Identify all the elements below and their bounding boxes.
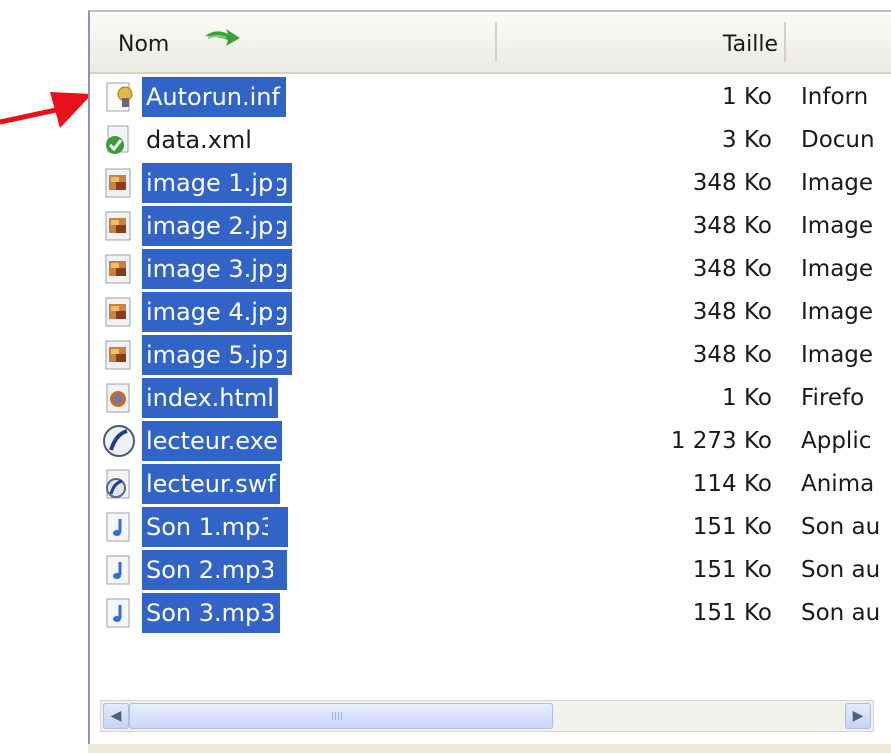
file-size: 3 Ko: [722, 127, 772, 153]
exe-file-icon[interactable]: [102, 424, 136, 458]
file-size: 348 Ko: [692, 299, 772, 325]
file-row[interactable]: image 4.jpg 348 Ko Image: [90, 291, 891, 333]
column-header-size-label: Taille: [722, 32, 778, 57]
column-separator[interactable]: [784, 22, 786, 62]
chevron-right-icon: ▶: [852, 708, 864, 724]
selection-highlight: [273, 163, 277, 203]
sort-ascending-icon: [205, 29, 240, 46]
file-size: 151 Ko: [692, 557, 772, 583]
xml-file-icon[interactable]: [102, 123, 136, 157]
jpg-image-icon[interactable]: [102, 338, 136, 372]
file-list-view: Nom Taille Autorun.inf 1 Ko Inforn data.xml…: [88, 10, 891, 744]
file-name[interactable]: image 2.jpg: [142, 206, 293, 246]
jpg-image-icon[interactable]: [102, 295, 136, 329]
file-size: 151 Ko: [692, 514, 772, 540]
file-row[interactable]: Son 3.mp3 151 Ko Son au: [90, 592, 891, 634]
file-name[interactable]: Autorun.inf: [142, 77, 286, 117]
file-name[interactable]: lecteur.exe: [142, 421, 282, 461]
file-row[interactable]: image 5.jpg 348 Ko Image: [90, 334, 891, 376]
file-name[interactable]: image 1.jpg: [142, 163, 293, 203]
file-type: Inforn: [801, 84, 869, 110]
file-type: Applic: [801, 428, 872, 454]
file-type: Son au: [801, 600, 881, 626]
html-file-icon[interactable]: [102, 381, 136, 415]
file-name[interactable]: image 4.jpg: [142, 292, 293, 332]
file-type: Docun: [801, 127, 875, 153]
selection-highlight: [273, 335, 277, 375]
file-name[interactable]: Son 3.mp3: [142, 593, 280, 633]
mp3-audio-icon[interactable]: [102, 553, 136, 587]
chevron-left-icon: ◀: [110, 708, 122, 724]
column-header-name-label: Nom: [118, 32, 170, 57]
file-row[interactable]: image 3.jpg 348 Ko Image: [90, 248, 891, 290]
column-header-bar: Nom Taille: [90, 12, 891, 74]
file-name[interactable]: data.xml: [142, 120, 256, 160]
selection-highlight: [273, 550, 287, 590]
selection-highlight: [273, 292, 277, 332]
file-type: Image: [801, 299, 874, 325]
column-header-type[interactable]: [787, 12, 891, 72]
window-bottom-edge: [88, 744, 891, 753]
mp3-audio-icon[interactable]: [102, 510, 136, 544]
file-name[interactable]: Son 1.mp3: [142, 507, 280, 547]
file-name[interactable]: image 5.jpg: [142, 335, 293, 375]
selection-highlight: [273, 206, 277, 246]
file-size: 151 Ko: [692, 600, 772, 626]
scrollbar-thumb[interactable]: [129, 703, 553, 729]
file-name[interactable]: Son 2.mp3: [142, 550, 280, 590]
file-row[interactable]: image 2.jpg 348 Ko Image: [90, 205, 891, 247]
file-row[interactable]: index.html 1 Ko Firefo: [90, 377, 891, 419]
file-row[interactable]: Son 2.mp3 151 Ko Son au: [90, 549, 891, 591]
file-size: 1 Ko: [722, 385, 772, 411]
jpg-image-icon[interactable]: [102, 209, 136, 243]
file-name[interactable]: index.html: [142, 378, 278, 418]
grip-icon: [332, 712, 344, 720]
file-type: Son au: [801, 557, 881, 583]
file-size: 348 Ko: [692, 170, 772, 196]
column-header-size[interactable]: Taille: [498, 12, 784, 72]
inf-file-icon[interactable]: [102, 80, 136, 114]
file-type: Anima: [801, 471, 875, 497]
file-size: 114 Ko: [692, 471, 772, 497]
file-name[interactable]: lecteur.swf: [142, 464, 280, 504]
selection-highlight: [268, 507, 288, 547]
file-type: Firefo: [801, 385, 865, 411]
red-arrow-annotation: [0, 92, 92, 128]
jpg-image-icon[interactable]: [102, 252, 136, 286]
horizontal-scrollbar[interactable]: ◀ ▶: [100, 700, 874, 732]
scroll-right-button[interactable]: ▶: [845, 703, 871, 729]
selection-highlight: [273, 249, 277, 289]
file-type: Image: [801, 213, 874, 239]
column-separator[interactable]: [495, 22, 497, 62]
file-size: 348 Ko: [692, 342, 772, 368]
file-row[interactable]: lecteur.swf 114 Ko Anima: [90, 463, 891, 505]
scroll-left-button[interactable]: ◀: [103, 703, 129, 729]
file-size: 1 273 Ko: [670, 428, 772, 454]
file-row[interactable]: data.xml 3 Ko Docun: [90, 119, 891, 161]
mp3-audio-icon[interactable]: [102, 596, 136, 630]
file-row[interactable]: Autorun.inf 1 Ko Inforn: [90, 76, 891, 118]
file-row[interactable]: lecteur.exe 1 273 Ko Applic: [90, 420, 891, 462]
column-header-name[interactable]: Nom: [90, 12, 495, 72]
file-type: Image: [801, 170, 874, 196]
file-type: Image: [801, 256, 874, 282]
file-name[interactable]: image 3.jpg: [142, 249, 293, 289]
file-type: Image: [801, 342, 874, 368]
file-row[interactable]: image 1.jpg 348 Ko Image: [90, 162, 891, 204]
swf-file-icon[interactable]: [102, 467, 136, 501]
file-size: 348 Ko: [692, 213, 772, 239]
file-row[interactable]: Son 1.mp3 151 Ko Son au: [90, 506, 891, 548]
file-size: 1 Ko: [722, 84, 772, 110]
file-type: Son au: [801, 514, 881, 540]
jpg-image-icon[interactable]: [102, 166, 136, 200]
file-size: 348 Ko: [692, 256, 772, 282]
